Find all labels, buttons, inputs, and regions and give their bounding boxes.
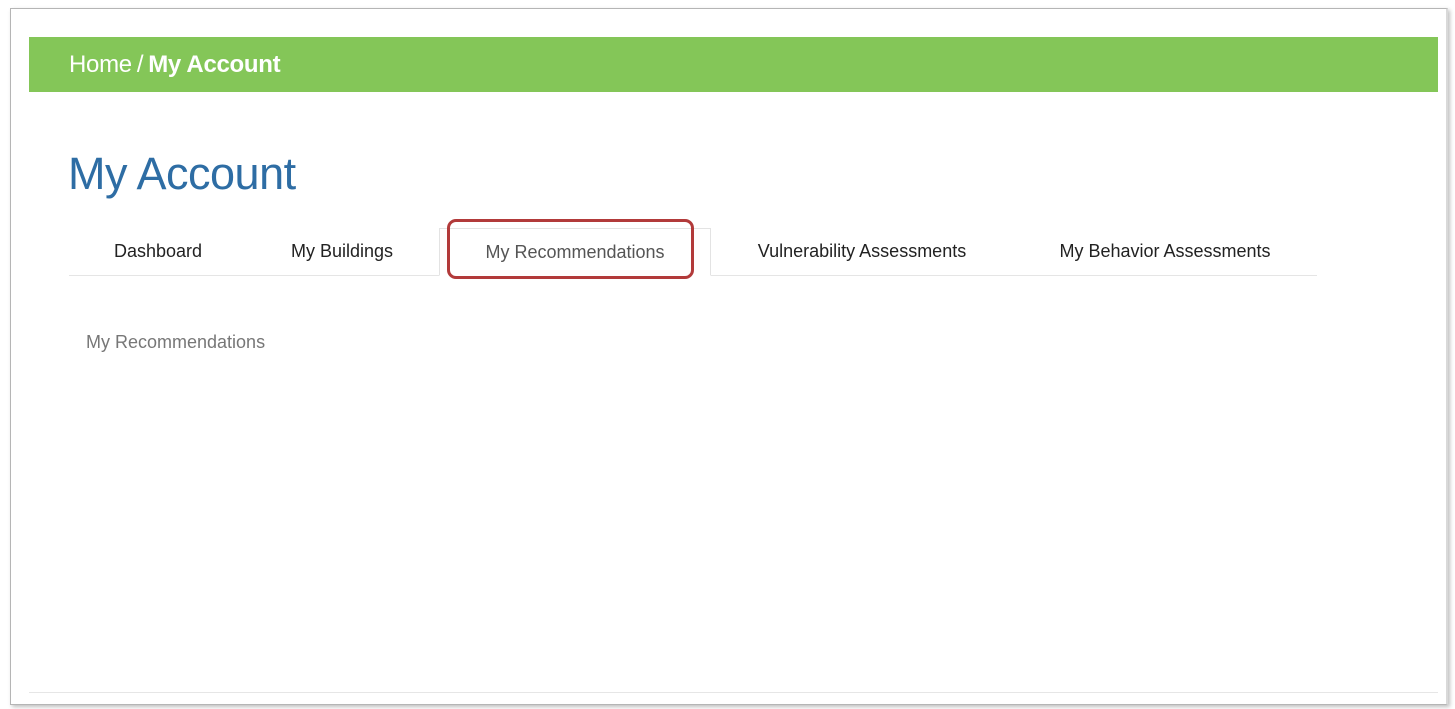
breadcrumb: Home / My Account bbox=[29, 37, 1438, 92]
breadcrumb-home-link[interactable]: Home bbox=[69, 51, 132, 79]
breadcrumb-separator: / bbox=[136, 50, 144, 78]
tab-my-buildings[interactable]: My Buildings bbox=[247, 228, 437, 275]
breadcrumb-current: My Account bbox=[148, 50, 281, 78]
tab-my-behavior-assessments[interactable]: My Behavior Assessments bbox=[1013, 228, 1317, 275]
tab-dashboard[interactable]: Dashboard bbox=[69, 228, 247, 275]
page-title: My Account bbox=[68, 148, 296, 199]
page-frame bbox=[10, 8, 1448, 705]
tab-content-heading: My Recommendations bbox=[86, 332, 266, 352]
bottom-divider bbox=[29, 692, 1438, 693]
account-tabs: Dashboard My Buildings My Recommendation… bbox=[69, 228, 1317, 276]
tab-my-recommendations[interactable]: My Recommendations bbox=[439, 228, 711, 276]
tab-vulnerability-assessments[interactable]: Vulnerability Assessments bbox=[711, 228, 1013, 275]
